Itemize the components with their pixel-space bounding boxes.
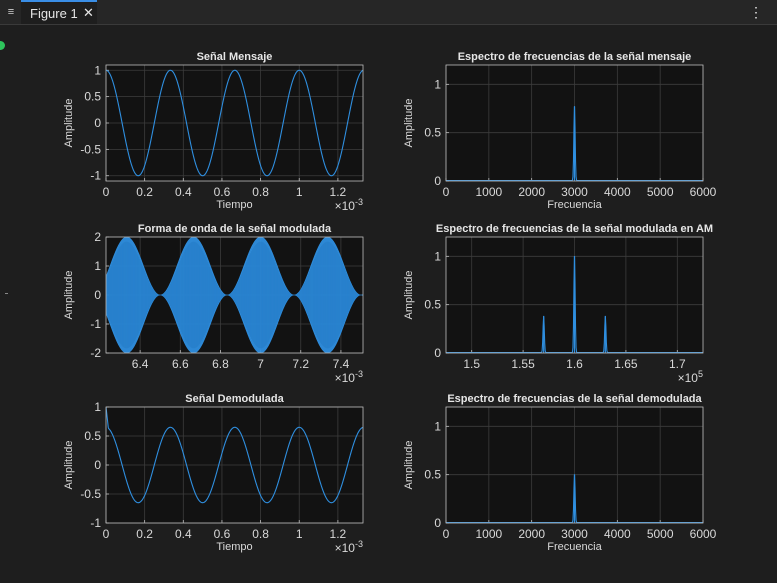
y-tick-label: 0 — [94, 288, 101, 302]
x-tick-label: 0 — [103, 527, 110, 541]
y-tick-label: 0 — [94, 116, 101, 130]
x-tick-label: 0.6 — [214, 527, 231, 541]
x-tick-label: 7.4 — [333, 357, 350, 371]
x-tick-label: 4000 — [604, 185, 631, 199]
y-tick-label: 0 — [434, 516, 441, 530]
x-tick-label: 1.6 — [566, 357, 583, 371]
chart-title: Espectro de frecuencias de la señal modu… — [436, 223, 713, 235]
y-axis-label: Amplitude — [63, 99, 75, 148]
x-tick-label: 0 — [443, 527, 450, 541]
x-tick-label: 0.8 — [252, 527, 269, 541]
x-tick-label: 0.2 — [136, 527, 153, 541]
x-tick-label: 1 — [296, 185, 303, 199]
y-tick-label: -2 — [90, 346, 101, 360]
x-tick-label: 6.4 — [132, 357, 149, 371]
x-axis-label: Tiempo — [216, 199, 252, 211]
x-tick-label: 1 — [296, 527, 303, 541]
x-tick-label: 5000 — [647, 185, 674, 199]
subplot-1: 0 0.2 0.4 0.6 0.8 1 1.2 -1 -0.5 0 0.5 1 Señal Mensaj… — [63, 51, 364, 213]
x-tick-label: 0 — [103, 185, 110, 199]
x-exponent-label: ×105 — [678, 369, 703, 385]
x-tick-label: 6.8 — [212, 357, 229, 371]
y-tick-label: -1 — [90, 516, 101, 530]
y-tick-label: 1 — [94, 400, 101, 414]
x-tick-label: 6.6 — [172, 357, 189, 371]
tab-label: Figure 1 — [30, 6, 78, 21]
hamburger-menu-icon[interactable]: ≡ — [4, 4, 18, 20]
y-axis-label: Amplitude — [63, 271, 75, 320]
chart-title: Espectro de frecuencias de la señal mens… — [458, 51, 692, 63]
subplot-5: 0 0.2 0.4 0.6 0.8 1 1.2 -1 -0.5 0 0.5 1 Señal Demodu… — [63, 393, 364, 555]
x-exponent-label: ×10-3 — [335, 197, 363, 213]
x-tick-label: 2000 — [518, 185, 545, 199]
x-tick-label: 3000 — [561, 185, 588, 199]
x-tick-label: 6000 — [690, 185, 717, 199]
y-tick-label: -0.5 — [80, 487, 101, 501]
close-icon[interactable]: ✕ — [83, 5, 94, 21]
y-tick-label: 1 — [94, 63, 101, 77]
x-axis-label: Tiempo — [216, 541, 252, 553]
x-exponent-label: ×10-3 — [335, 539, 363, 555]
x-tick-label: 1.65 — [614, 357, 638, 371]
x-tick-label: 1.7 — [669, 357, 686, 371]
y-tick-label: 0 — [434, 346, 441, 360]
x-tick-label: 2000 — [518, 527, 545, 541]
chart-title: Señal Mensaje — [197, 51, 273, 63]
y-tick-label: 0.5 — [424, 126, 441, 140]
subplot-3: 6.4 6.6 6.8 7 7.2 7.4 -2 -1 0 1 2 Forma de onda de … — [63, 223, 364, 385]
y-tick-label: -0.5 — [80, 142, 101, 156]
y-tick-label: 0.5 — [84, 429, 101, 443]
y-tick-label: 0 — [94, 458, 101, 472]
x-tick-label: 1000 — [475, 527, 502, 541]
y-tick-label: 1 — [434, 77, 441, 91]
x-tick-label: 1.2 — [330, 185, 347, 199]
x-tick-label: 0.4 — [175, 527, 192, 541]
y-tick-label: 0.5 — [424, 298, 441, 312]
x-tick-label: 1.2 — [330, 527, 347, 541]
x-tick-label: 7.2 — [292, 357, 309, 371]
x-tick-label: 1000 — [475, 185, 502, 199]
y-axis-label: Amplitude — [63, 441, 75, 490]
y-tick-label: 1 — [94, 259, 101, 273]
x-tick-label: 1.5 — [463, 357, 480, 371]
x-tick-label: 6000 — [690, 527, 717, 541]
y-tick-label: -1 — [90, 169, 101, 183]
figure-canvas: 0 0.2 0.4 0.6 0.8 1 1.2 -1 -0.5 0 0.5 1 Señal Mensaj… — [63, 51, 717, 555]
chart-title: Señal Demodulada — [185, 393, 284, 405]
x-axis-label: Frecuencia — [547, 199, 602, 211]
x-tick-label: 0.8 — [252, 185, 269, 199]
x-tick-label: 0.2 — [136, 185, 153, 199]
x-tick-label: 0.4 — [175, 185, 192, 199]
y-tick-label: 2 — [94, 230, 101, 244]
y-tick-label: 0.5 — [424, 468, 441, 482]
x-axis-label: Frecuencia — [547, 541, 602, 553]
x-tick-label: 0 — [443, 185, 450, 199]
x-tick-label: 3000 — [561, 527, 588, 541]
y-axis-label: Amplitude — [403, 271, 415, 320]
x-tick-label: 7 — [257, 357, 264, 371]
figure-toolbar: ≡ Figure 1 ✕ ⋮ — [0, 0, 777, 25]
subplot-6: 0 1000 2000 3000 4000 5000 6000 0 0.5 1 Espectro d… — [403, 393, 717, 553]
tab-figure-1[interactable]: Figure 1 ✕ — [21, 0, 97, 24]
subplot-2: 0 1000 2000 3000 4000 5000 6000 0 0.5 1 Espectro d… — [403, 51, 717, 211]
x-tick-label: 5000 — [647, 527, 674, 541]
y-tick-label: 1 — [434, 249, 441, 263]
y-axis-label: Amplitude — [403, 99, 415, 148]
subplot-4: 1.5 1.55 1.6 1.65 1.7 0 0.5 1 Espectro de frecue… — [403, 223, 713, 385]
x-tick-label: 0.6 — [214, 185, 231, 199]
y-tick-label: 0.5 — [84, 90, 101, 104]
x-tick-label: 1.55 — [511, 357, 535, 371]
y-tick-label: 1 — [434, 419, 441, 433]
y-axis-label: Amplitude — [403, 441, 415, 490]
more-options-icon[interactable]: ⋮ — [749, 4, 763, 20]
x-exponent-label: ×10-3 — [335, 369, 363, 385]
chart-title: Espectro de frecuencias de la señal demo… — [447, 393, 702, 405]
x-tick-label: 4000 — [604, 527, 631, 541]
y-tick-label: 0 — [434, 174, 441, 188]
y-tick-label: -1 — [90, 317, 101, 331]
chart-title: Forma de onda de la señal modulada — [138, 223, 332, 235]
